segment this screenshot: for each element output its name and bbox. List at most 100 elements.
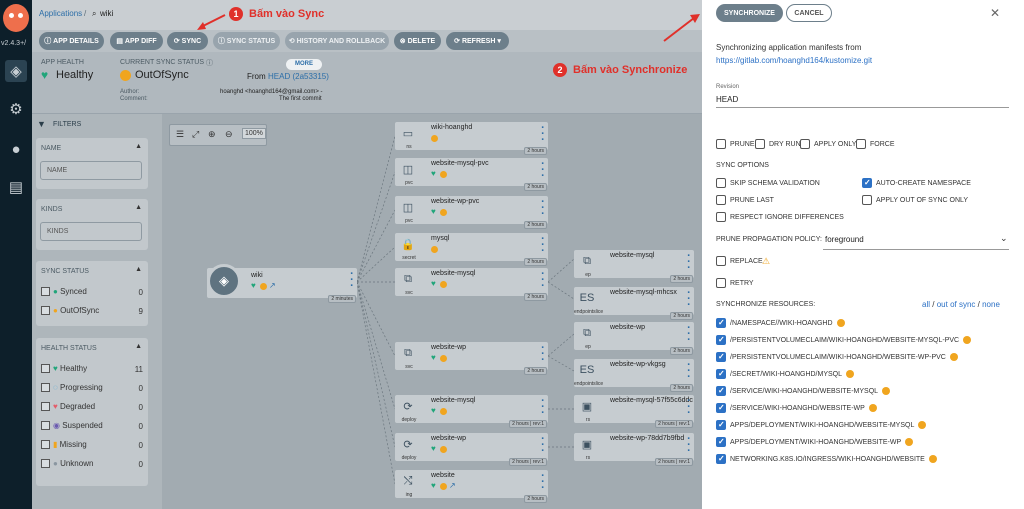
sync-resource-item[interactable]: /NAMESPACE//WIKI-HOANGHD [716,318,845,330]
collapse-icon[interactable]: ▲ [135,204,142,211]
select-all-link[interactable]: all [922,300,930,309]
close-icon[interactable]: ✕ [990,6,1000,20]
filter-suspended[interactable]: ◉ Suspended 0 [41,421,143,435]
docs-icon[interactable]: ▤ [5,176,27,198]
breadcrumb-applications[interactable]: Applications [39,9,82,18]
menu-icon[interactable]: · · · [687,288,691,311]
resource-checkbox[interactable] [716,437,726,447]
name-filter-input[interactable]: NAME [40,161,142,180]
menu-icon[interactable]: · · · [687,251,691,274]
sync-resource-item[interactable]: NETWORKING.K8S.IO/INGRESS/WIKI-HOANGHD/W… [716,454,937,466]
menu-icon[interactable]: · · · [541,159,545,182]
checkbox[interactable] [41,287,50,297]
prune-last-checkbox[interactable] [716,195,726,205]
resource-checkbox[interactable] [716,454,726,464]
external-link-icon[interactable]: ↗ [449,481,456,490]
menu-icon[interactable]: · · · [541,343,545,366]
menu-icon[interactable]: · · · [541,434,545,457]
resource-node-svc[interactable]: ⧉ svc website-wp · · · 2 hours ♥ [395,342,548,375]
respect-ignore-differences-checkbox[interactable] [716,212,726,222]
retry-checkbox[interactable] [716,278,726,288]
chevron-down-icon[interactable]: ⌄ [1000,233,1008,244]
resource-checkbox[interactable] [716,352,726,362]
select-none-link[interactable]: none [982,300,1000,309]
resource-checkbox[interactable] [716,420,726,430]
resource-checkbox[interactable] [716,335,726,345]
sync-resource-item[interactable]: /SERVICE/WIKI-HOANGHD/WEBSITE-WP [716,403,877,415]
checkbox[interactable] [41,459,50,469]
skip-schema-validation-checkbox[interactable] [716,178,726,188]
menu-icon[interactable]: · · · [687,360,691,383]
cancel-button[interactable]: CANCEL [786,4,832,22]
prune-policy-select[interactable]: foreground [825,235,864,244]
external-link-icon[interactable]: ↗ [269,281,276,290]
menu-icon[interactable]: · · · [350,269,354,292]
menu-icon[interactable]: · · · [541,269,545,292]
resource-checkbox[interactable] [716,369,726,379]
menu-icon[interactable]: · · · [541,123,545,146]
resource-node-ep[interactable]: ⧉ ep website-mysql · · · 2 hours [574,250,694,283]
revision-link[interactable]: HEAD (2a53315) [268,72,329,81]
app-details-button[interactable]: ⓘ APP DETAILS [39,32,104,50]
resource-node-deploy[interactable]: ⟳ deploy website-wp · · · 2 hours | rev:1 ♥ [395,433,548,466]
collapse-icon[interactable]: ▲ [135,143,142,150]
sync-resource-item[interactable]: /PERSISTENTVOLUMECLAIM/WIKI-HOANGHD/WEBS… [716,352,958,364]
settings-icon[interactable]: ⚙ [5,98,27,120]
menu-icon[interactable]: · · · [541,471,545,494]
resource-node-svc[interactable]: ⧉ svc website-mysql · · · 2 hours ♥ [395,268,548,301]
resource-checkbox[interactable] [716,318,726,328]
resource-checkbox[interactable] [716,403,726,413]
menu-icon[interactable]: · · · [687,396,691,419]
app-diff-button[interactable]: ▤ APP DIFF [110,32,163,50]
sync-resource-item[interactable]: APPS/DEPLOYMENT/WIKI-HOANGHD/WEBSITE-WP [716,437,914,449]
apply-out-of-sync-only-checkbox[interactable] [862,195,872,205]
app-root-node[interactable]: ◈ wiki ♥ ↗ · · · 2 minutes [207,264,357,303]
repo-url-link[interactable]: https://gitlab.com/hoanghd164/kustomize.… [716,56,872,65]
resource-node-deploy[interactable]: ⟳ deploy website-mysql · · · 2 hours | rev:1 ♥ [395,395,548,428]
filter-degraded[interactable]: ♥ Degraded 0 [41,402,143,416]
resource-node-endpointslice[interactable]: ES endpointslice website-mysql-mhcsx · · · 2 h… [574,287,694,320]
menu-icon[interactable]: · · · [541,396,545,419]
resource-node-pvc[interactable]: ◫ pvc website-mysql-pvc · · · 2 hours ♥ [395,158,548,191]
checkbox[interactable] [41,306,50,316]
filter-missing[interactable]: ▮ Missing 0 [41,440,143,454]
menu-icon[interactable]: · · · [541,197,545,220]
apply-only-checkbox[interactable] [800,139,810,149]
checkbox[interactable] [41,440,50,450]
sync-resource-item[interactable]: /SECRET/WIKI-HOANGHD/MYSQL [716,369,855,381]
force-checkbox[interactable] [856,139,866,149]
delete-button[interactable]: ⊗ DELETE [394,32,441,50]
resource-node-endpointslice[interactable]: ES endpointslice website-wp-vkgsg · · · 2 hour… [574,359,694,392]
resource-node-ns[interactable]: ▭ ns wiki-hoanghd · · · 2 hours [395,122,548,155]
checkbox[interactable] [41,383,50,393]
checkbox[interactable] [41,421,50,431]
filter-out-of-sync[interactable]: ● OutOfSync 9 [41,306,143,320]
more-button[interactable]: MORE [286,59,322,70]
history-rollback-button[interactable]: ⟲ HISTORY AND ROLLBACK [285,32,389,50]
checkbox[interactable] [41,402,50,412]
menu-icon[interactable]: · · · [541,234,545,257]
filter-unknown[interactable]: ● Unknown 0 [41,459,143,473]
synchronize-button[interactable]: SYNCHRONIZE [716,4,783,22]
select-out-of-sync-link[interactable]: out of sync [937,300,976,309]
kinds-filter-input[interactable]: KINDS [40,222,142,241]
filter-progressing[interactable]: ◌ Progressing 0 [41,383,143,397]
resource-node-ep[interactable]: ⧉ ep website-wp · · · 2 hours [574,322,694,355]
refresh-button[interactable]: ⟳ REFRESH ▾ [446,32,509,50]
sync-resource-item[interactable]: APPS/DEPLOYMENT/WIKI-HOANGHD/WEBSITE-MYS… [716,420,927,432]
sync-status-button[interactable]: ⓘ SYNC STATUS [213,32,280,50]
resource-node-secret[interactable]: 🔒 secret mysql · · · 2 hours [395,233,548,266]
user-icon[interactable]: ● [5,138,27,160]
checkbox[interactable] [41,364,50,374]
resource-node-pvc[interactable]: ◫ pvc website-wp-pvc · · · 2 hours ♥ [395,196,548,229]
resource-node-rs[interactable]: ▣ rs website-mysql-57f55c6ddc · · · 2 hours | … [574,395,694,428]
filter-healthy[interactable]: ♥ Healthy 11 [41,364,143,378]
prune-checkbox[interactable] [716,139,726,149]
sync-button[interactable]: ⟳ SYNC [167,32,208,50]
sync-resource-item[interactable]: /PERSISTENTVOLUMECLAIM/WIKI-HOANGHD/WEBS… [716,335,972,347]
dry-run-checkbox[interactable] [755,139,765,149]
filter-synced[interactable]: ● Synced 0 [41,287,143,301]
resource-node-ing[interactable]: ⤭ ing website · · · 2 hours ♥ ↗ [395,470,548,503]
revision-input[interactable]: HEAD [716,95,738,104]
collapse-icon[interactable]: ▲ [135,266,142,273]
